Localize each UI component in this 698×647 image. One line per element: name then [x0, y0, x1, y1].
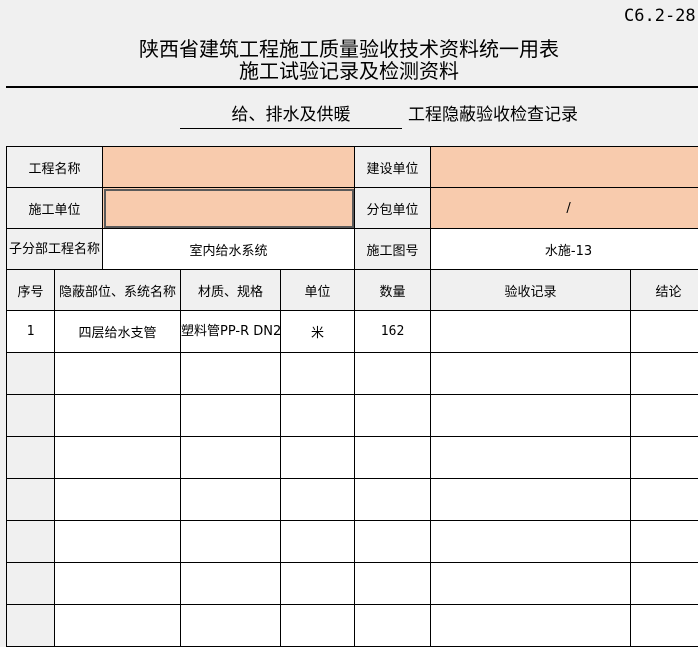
title-divider: [6, 86, 698, 88]
table-row: [7, 395, 698, 437]
row-seq[interactable]: [7, 395, 55, 437]
subcontractor-cell[interactable]: /: [431, 188, 698, 229]
record-table: 工程名称 建设单位 施工单位 分包单位 / 子分部工程名称 室内给水系统 施工图…: [6, 146, 698, 647]
row-unit[interactable]: 米: [281, 311, 355, 353]
table-row: 1 四层给水支管 塑料管PP-R DN25、20 米 162: [7, 311, 698, 353]
row-part[interactable]: [55, 563, 181, 605]
row-conclusion[interactable]: [631, 437, 698, 479]
row-qty[interactable]: [355, 521, 431, 563]
row-unit[interactable]: [281, 605, 355, 647]
row-qty[interactable]: [355, 353, 431, 395]
row-record[interactable]: [431, 605, 631, 647]
row-material[interactable]: [181, 605, 281, 647]
row-record[interactable]: [431, 311, 631, 353]
contractor-label: 施工单位: [7, 188, 103, 229]
form-subtitle: 施工试验记录及检测资料: [0, 60, 698, 82]
column-header-row: 序号 隐蔽部位、系统名称 材质、规格 单位 数量 验收记录 结论: [7, 270, 698, 311]
col-header-record: 验收记录: [431, 270, 631, 311]
row-record[interactable]: [431, 395, 631, 437]
subproject-cell[interactable]: 室内给水系统: [103, 229, 355, 270]
subcontractor-label: 分包单位: [355, 188, 431, 229]
row-qty[interactable]: [355, 563, 431, 605]
category-field[interactable]: 给、排水及供暖: [180, 100, 402, 129]
row-conclusion[interactable]: [631, 521, 698, 563]
table-row: [7, 605, 698, 647]
row-material[interactable]: [181, 437, 281, 479]
table-row: [7, 353, 698, 395]
row-qty[interactable]: [355, 605, 431, 647]
row-part[interactable]: 四层给水支管: [55, 311, 181, 353]
row-conclusion[interactable]: [631, 563, 698, 605]
row-record[interactable]: [431, 353, 631, 395]
row-material[interactable]: [181, 479, 281, 521]
row-material[interactable]: [181, 353, 281, 395]
info-row-contractor: 施工单位 分包单位 /: [7, 188, 698, 229]
row-part[interactable]: [55, 437, 181, 479]
form-code: C6.2-28: [624, 6, 696, 26]
row-conclusion[interactable]: [631, 311, 698, 353]
drawing-label: 施工图号: [355, 229, 431, 270]
builder-cell[interactable]: [431, 147, 698, 188]
col-header-conclusion: 结论: [631, 270, 698, 311]
info-row-subproject: 子分部工程名称 室内给水系统 施工图号 水施-13: [7, 229, 698, 270]
row-unit[interactable]: [281, 563, 355, 605]
row-unit[interactable]: [281, 521, 355, 563]
row-record[interactable]: [431, 479, 631, 521]
info-row-project: 工程名称 建设单位: [7, 147, 698, 188]
table-row: [7, 437, 698, 479]
row-unit[interactable]: [281, 395, 355, 437]
project-name-cell[interactable]: [103, 147, 355, 188]
col-header-part: 隐蔽部位、系统名称: [55, 270, 181, 311]
form-title: 陕西省建筑工程施工质量验收技术资料统一用表: [0, 38, 698, 60]
row-unit[interactable]: [281, 479, 355, 521]
row-material[interactable]: [181, 395, 281, 437]
row-material[interactable]: [181, 521, 281, 563]
row-seq[interactable]: [7, 563, 55, 605]
row-conclusion[interactable]: [631, 479, 698, 521]
row-qty[interactable]: [355, 395, 431, 437]
row-part[interactable]: [55, 353, 181, 395]
row-seq[interactable]: [7, 479, 55, 521]
row-seq[interactable]: [7, 437, 55, 479]
row-conclusion[interactable]: [631, 353, 698, 395]
project-name-label: 工程名称: [7, 147, 103, 188]
row-part[interactable]: [55, 479, 181, 521]
row-conclusion[interactable]: [631, 395, 698, 437]
subproject-label: 子分部工程名称: [7, 229, 103, 270]
row-part[interactable]: [55, 521, 181, 563]
record-title: 工程隐蔽验收检查记录: [408, 100, 578, 125]
row-record[interactable]: [431, 521, 631, 563]
row-unit[interactable]: [281, 353, 355, 395]
col-header-seq: 序号: [7, 270, 55, 311]
row-qty[interactable]: 162: [355, 311, 431, 353]
row-seq[interactable]: [7, 521, 55, 563]
row-record[interactable]: [431, 563, 631, 605]
col-header-unit: 单位: [281, 270, 355, 311]
row-record[interactable]: [431, 437, 631, 479]
table-row: [7, 479, 698, 521]
row-qty[interactable]: [355, 479, 431, 521]
row-material[interactable]: 塑料管PP-R DN25、20: [181, 311, 281, 353]
row-part[interactable]: [55, 605, 181, 647]
row-seq[interactable]: 1: [7, 311, 55, 353]
drawing-cell[interactable]: 水施-13: [431, 229, 698, 270]
table-row: [7, 521, 698, 563]
contractor-cell[interactable]: [103, 188, 355, 229]
col-header-qty: 数量: [355, 270, 431, 311]
row-conclusion[interactable]: [631, 605, 698, 647]
row-seq[interactable]: [7, 353, 55, 395]
row-unit[interactable]: [281, 437, 355, 479]
row-qty[interactable]: [355, 437, 431, 479]
table-row: [7, 563, 698, 605]
builder-label: 建设单位: [355, 147, 431, 188]
row-part[interactable]: [55, 395, 181, 437]
row-seq[interactable]: [7, 605, 55, 647]
row-material[interactable]: [181, 563, 281, 605]
col-header-material: 材质、规格: [181, 270, 281, 311]
